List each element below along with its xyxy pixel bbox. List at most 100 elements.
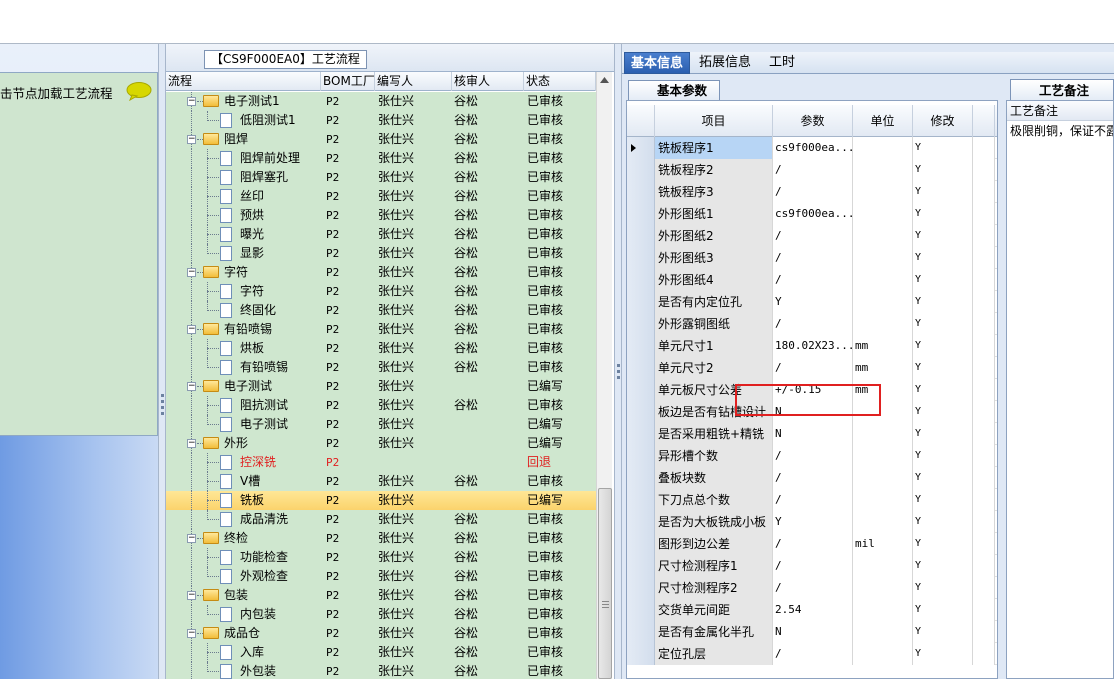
param-modify[interactable]: Y bbox=[913, 335, 973, 357]
param-row[interactable]: 外形图纸4/ Y bbox=[627, 269, 997, 291]
row-indicator[interactable] bbox=[627, 313, 655, 335]
param-row[interactable]: 单元尺寸1 180.02X23... mm Y bbox=[627, 335, 997, 357]
param-value[interactable]: / bbox=[773, 533, 853, 555]
param-unit[interactable] bbox=[853, 599, 913, 621]
param-row[interactable]: 定位孔层 / Y bbox=[627, 643, 997, 665]
param-value[interactable]: / bbox=[773, 225, 853, 247]
param-unit[interactable] bbox=[853, 181, 913, 203]
param-value[interactable]: / bbox=[773, 445, 853, 467]
row-indicator[interactable] bbox=[627, 357, 655, 379]
collapse-toggle-icon[interactable]: − bbox=[187, 591, 196, 600]
tab-basic-params[interactable]: 基本参数 bbox=[628, 80, 720, 100]
row-indicator[interactable] bbox=[627, 577, 655, 599]
collapse-toggle-icon[interactable]: − bbox=[187, 382, 196, 391]
param-row[interactable]: 外形图纸2/ Y bbox=[627, 225, 997, 247]
row-indicator[interactable] bbox=[627, 621, 655, 643]
param-modify[interactable]: Y bbox=[913, 225, 973, 247]
flow-row[interactable]: 预烘 P2 张仕兴 谷松 已审核 bbox=[166, 206, 596, 225]
param-unit[interactable] bbox=[853, 467, 913, 489]
row-indicator[interactable] bbox=[627, 181, 655, 203]
param-row[interactable]: 异形槽个数 / Y bbox=[627, 445, 997, 467]
param-value[interactable]: / bbox=[773, 159, 853, 181]
flow-row[interactable]: 显影 P2 张仕兴 谷松 已审核 bbox=[166, 244, 596, 263]
row-indicator[interactable] bbox=[627, 291, 655, 313]
param-modify[interactable]: Y bbox=[913, 203, 973, 225]
param-modify[interactable]: Y bbox=[913, 643, 973, 665]
flow-row[interactable]: 丝印 P2 张仕兴 谷松 已审核 bbox=[166, 187, 596, 206]
flow-row[interactable]: − 包装 P2 张仕兴 谷松 已审核 bbox=[166, 586, 596, 605]
flow-row[interactable]: 控深铣 P2 回退 bbox=[166, 453, 596, 472]
param-value[interactable]: / bbox=[773, 269, 853, 291]
param-value[interactable]: cs9f000ea... bbox=[773, 137, 853, 159]
row-indicator[interactable] bbox=[627, 401, 655, 423]
param-value[interactable]: / bbox=[773, 577, 853, 599]
param-modify[interactable]: Y bbox=[913, 269, 973, 291]
row-indicator[interactable] bbox=[627, 511, 655, 533]
flow-row[interactable]: 终固化 P2 张仕兴 谷松 已审核 bbox=[166, 301, 596, 320]
flow-row[interactable]: 电子测试 P2 张仕兴 已编写 bbox=[166, 415, 596, 434]
param-modify[interactable]: Y bbox=[913, 489, 973, 511]
param-row[interactable]: 是否采用粗铣+精铣 N Y bbox=[627, 423, 997, 445]
column-header-flow[interactable]: 流程 bbox=[166, 72, 321, 91]
column-header-status[interactable]: 状态 bbox=[524, 72, 596, 91]
param-unit[interactable] bbox=[853, 423, 913, 445]
column-header-writer[interactable]: 编写人 bbox=[375, 72, 452, 91]
param-row[interactable]: 是否有内定位孔 Y Y bbox=[627, 291, 997, 313]
notes-text[interactable]: 极限削铜，保证不露 bbox=[1007, 121, 1113, 141]
param-modify[interactable]: Y bbox=[913, 379, 973, 401]
row-indicator[interactable] bbox=[627, 489, 655, 511]
param-value[interactable]: cs9f000ea... bbox=[773, 203, 853, 225]
param-value[interactable]: Y bbox=[773, 291, 853, 313]
param-modify[interactable]: Y bbox=[913, 357, 973, 379]
param-row[interactable]: 图形到边公差 / mil Y bbox=[627, 533, 997, 555]
row-indicator[interactable] bbox=[627, 203, 655, 225]
param-modify[interactable]: Y bbox=[913, 401, 973, 423]
param-row[interactable]: 外形图纸1 cs9f000ea... Y bbox=[627, 203, 997, 225]
row-indicator[interactable] bbox=[627, 159, 655, 181]
param-modify[interactable]: Y bbox=[913, 159, 973, 181]
param-unit[interactable]: mm bbox=[853, 357, 913, 379]
param-modify[interactable]: Y bbox=[913, 181, 973, 203]
param-unit[interactable] bbox=[853, 621, 913, 643]
param-value[interactable]: / bbox=[773, 247, 853, 269]
flow-row[interactable]: − 成品仓 P2 张仕兴 谷松 已审核 bbox=[166, 624, 596, 643]
param-modify[interactable]: Y bbox=[913, 599, 973, 621]
param-value[interactable]: 180.02X23... bbox=[773, 335, 853, 357]
flow-row[interactable]: − 电子测试1 P2 张仕兴 谷松 已审核 bbox=[166, 92, 596, 111]
param-unit[interactable] bbox=[853, 489, 913, 511]
param-unit[interactable]: mm bbox=[853, 335, 913, 357]
param-row[interactable]: 下刀点总个数 / Y bbox=[627, 489, 997, 511]
column-header-value[interactable]: 参数 bbox=[773, 105, 853, 137]
row-indicator[interactable] bbox=[627, 379, 655, 401]
param-modify[interactable]: Y bbox=[913, 291, 973, 313]
param-row[interactable]: 尺寸检测程序1/ Y bbox=[627, 555, 997, 577]
param-modify[interactable]: Y bbox=[913, 423, 973, 445]
param-unit[interactable] bbox=[853, 643, 913, 665]
param-row[interactable]: 是否为大板铣成小板 Y Y bbox=[627, 511, 997, 533]
flow-row[interactable]: − 外形 P2 张仕兴 已编写 bbox=[166, 434, 596, 453]
param-value[interactable]: / bbox=[773, 357, 853, 379]
param-row[interactable]: 尺寸检测程序2/ Y bbox=[627, 577, 997, 599]
param-modify[interactable]: Y bbox=[913, 577, 973, 599]
flow-row[interactable]: − 有铅喷锡 P2 张仕兴 谷松 已审核 bbox=[166, 320, 596, 339]
column-header-reviewer[interactable]: 核审人 bbox=[452, 72, 524, 91]
collapse-toggle-icon[interactable]: − bbox=[187, 439, 196, 448]
collapse-toggle-icon[interactable]: − bbox=[187, 268, 196, 277]
flow-row[interactable]: 阻焊前处理 P2 张仕兴 谷松 已审核 bbox=[166, 149, 596, 168]
flow-row[interactable]: 曝光 P2 张仕兴 谷松 已审核 bbox=[166, 225, 596, 244]
flow-row[interactable]: 烘板 P2 张仕兴 谷松 已审核 bbox=[166, 339, 596, 358]
param-modify[interactable]: Y bbox=[913, 511, 973, 533]
collapse-toggle-icon[interactable]: − bbox=[187, 325, 196, 334]
flow-row[interactable]: − 阻焊 P2 张仕兴 谷松 已审核 bbox=[166, 130, 596, 149]
flow-row[interactable]: 阻抗测试 P2 张仕兴 谷松 已审核 bbox=[166, 396, 596, 415]
param-value[interactable]: / bbox=[773, 467, 853, 489]
param-value[interactable]: N bbox=[773, 621, 853, 643]
param-modify[interactable]: Y bbox=[913, 533, 973, 555]
param-unit[interactable]: mil bbox=[853, 533, 913, 555]
flow-row[interactable]: 字符 P2 张仕兴 谷松 已审核 bbox=[166, 282, 596, 301]
row-indicator[interactable] bbox=[627, 533, 655, 555]
param-unit[interactable] bbox=[853, 225, 913, 247]
param-row[interactable]: 是否有金属化半孔 N Y bbox=[627, 621, 997, 643]
flow-row[interactable]: − 终检 P2 张仕兴 谷松 已审核 bbox=[166, 529, 596, 548]
flow-row[interactable]: − 字符 P2 张仕兴 谷松 已审核 bbox=[166, 263, 596, 282]
